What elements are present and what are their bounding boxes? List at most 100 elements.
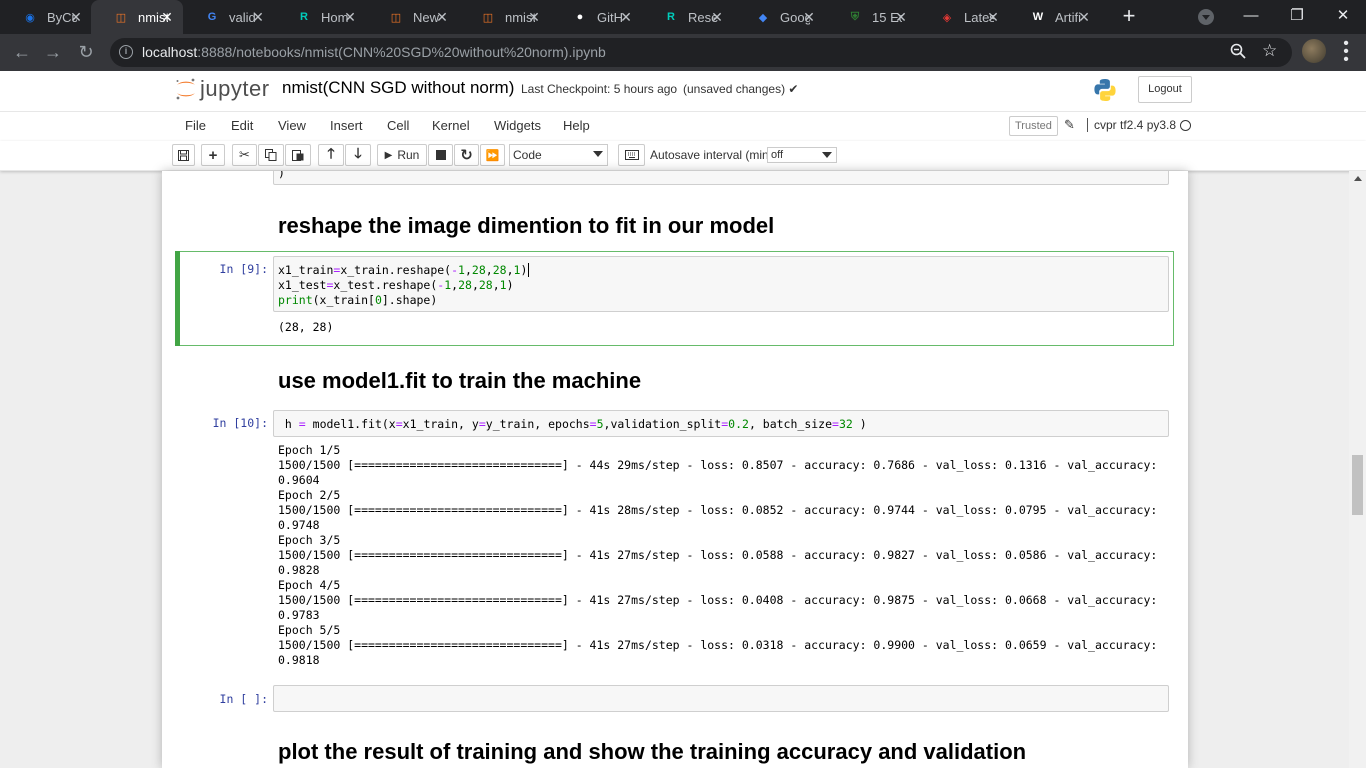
jupyter-toolbar: + ✂ 🡑 🡓 ▶ Run ↻ ⏩ Code Autosave interval …: [0, 141, 1366, 171]
kernel-name[interactable]: cvpr tf2.4 py3.8: [1087, 118, 1176, 132]
browser-tab[interactable]: ⛨15 Ed✕: [835, 0, 917, 34]
close-icon[interactable]: ✕: [342, 9, 358, 26]
output-line: 0.9828: [278, 563, 320, 577]
close-window-icon[interactable]: ✕: [1320, 0, 1366, 34]
browser-tab[interactable]: R Hom ✕: [284, 0, 366, 34]
close-icon[interactable]: ✕: [1076, 9, 1092, 26]
browser-tab[interactable]: ◆ Goog ✕: [743, 0, 825, 34]
chevron-down-icon: [822, 152, 832, 158]
close-icon[interactable]: ✕: [618, 9, 634, 26]
scroll-thumb[interactable]: [1352, 455, 1363, 515]
output-line: 0.9783: [278, 608, 320, 622]
fast-forward-icon[interactable]: ⏩: [480, 144, 505, 166]
reload-icon[interactable]: ↻: [74, 40, 98, 64]
address-bar[interactable]: i localhost:8888/notebooks/nmist(CNN%20S…: [110, 38, 1292, 67]
menu-edit[interactable]: Edit: [231, 118, 253, 133]
code-input-area[interactable]: x1_train=x_train.reshape(-1,28,28,1) x1_…: [273, 256, 1169, 312]
site-info-icon[interactable]: i: [119, 45, 133, 59]
back-arrow-icon[interactable]: ←: [10, 40, 34, 64]
cell-type-select[interactable]: Code: [509, 144, 608, 166]
code-line: x1_test=x_test.reshape(-1,28,28,1): [278, 278, 514, 292]
url-path: :8888/notebooks/nmist(CNN%20SGD%20withou…: [197, 44, 606, 60]
autosave-value: off: [771, 149, 784, 161]
profile-avatar[interactable]: [1302, 39, 1326, 63]
logout-button[interactable]: Logout: [1138, 76, 1192, 103]
markdown-heading[interactable]: reshape the image dimention to fit in ou…: [278, 213, 774, 239]
github-icon: ●: [576, 11, 584, 23]
move-down-icon[interactable]: 🡓: [345, 144, 371, 166]
menu-help[interactable]: Help: [563, 118, 590, 133]
menu-cell[interactable]: Cell: [387, 118, 409, 133]
restore-icon[interactable]: ❐: [1274, 0, 1320, 34]
bookmark-star-icon[interactable]: ☆: [1262, 41, 1277, 61]
tab-search-icon[interactable]: [1198, 9, 1214, 25]
browser-menu-icon[interactable]: • • •: [1343, 36, 1349, 68]
output-line: Epoch 2/5: [278, 488, 341, 502]
forward-arrow-icon[interactable]: →: [41, 40, 65, 64]
zoom-icon[interactable]: [1230, 43, 1246, 64]
close-icon[interactable]: ✕: [68, 9, 84, 26]
close-icon[interactable]: ✕: [159, 9, 175, 26]
markdown-heading[interactable]: plot the result of training and show the…: [278, 739, 1026, 765]
close-icon[interactable]: ✕: [709, 9, 725, 26]
keyboard-icon[interactable]: [618, 144, 645, 166]
browser-tab[interactable]: R Rese ✕: [651, 0, 733, 34]
browser-tab[interactable]: ◫ New ✕: [376, 0, 458, 34]
autosave-select[interactable]: off: [767, 147, 837, 163]
move-up-icon[interactable]: 🡑: [318, 144, 344, 166]
code-line: x1_train=x_train.reshape(-1,28,28,1): [278, 263, 530, 277]
markdown-heading[interactable]: use model1.fit to train the machine: [278, 368, 641, 394]
browser-tab[interactable]: ◈ Lates ✕: [927, 0, 1009, 34]
cut-icon[interactable]: ✂: [232, 144, 257, 166]
output-line: 1500/1500 [=============================…: [278, 593, 1158, 607]
output-line: Epoch 4/5: [278, 578, 341, 592]
close-icon[interactable]: ✕: [801, 9, 817, 26]
close-icon[interactable]: ✕: [893, 9, 909, 26]
browser-tab[interactable]: W Artifi ✕: [1018, 0, 1100, 34]
copy-icon[interactable]: [258, 144, 284, 166]
browser-tab[interactable]: ◫ nmist ✕: [468, 0, 550, 34]
browser-tab[interactable]: ◫ nmist ✕: [91, 0, 183, 34]
browser-tab[interactable]: ● GitH ✕: [560, 0, 642, 34]
paste-icon[interactable]: [285, 144, 311, 166]
empty-code-input[interactable]: [273, 685, 1169, 712]
scroll-up-arrow-icon[interactable]: [1354, 176, 1362, 181]
menu-view[interactable]: View: [278, 118, 306, 133]
menu-widgets[interactable]: Widgets: [494, 118, 541, 133]
edit-pencil-icon[interactable]: ✎: [1064, 117, 1075, 133]
previous-cell-input[interactable]: ): [273, 171, 1169, 185]
save-icon[interactable]: [172, 144, 195, 166]
url-text[interactable]: localhost:8888/notebooks/nmist(CNN%20SGD…: [142, 44, 606, 60]
browser-tab[interactable]: Gvalid ✕: [192, 0, 274, 34]
output-line: 1500/1500 [=============================…: [278, 503, 1158, 517]
close-icon[interactable]: ✕: [526, 9, 542, 26]
trusted-indicator[interactable]: Trusted: [1009, 116, 1058, 136]
run-button[interactable]: ▶ Run: [377, 144, 427, 166]
browser-tab[interactable]: ◉ ByCu ✕: [10, 0, 92, 34]
cell-type-value: Code: [513, 148, 542, 162]
jupyter-logo-text[interactable]: jupyter: [200, 76, 270, 102]
menu-file[interactable]: File: [185, 118, 206, 133]
autosave-label: Autosave interval (min):: [650, 148, 777, 162]
code-input-area[interactable]: h = model1.fit(x=x1_train, y=y_train, ep…: [273, 410, 1169, 437]
menu-insert[interactable]: Insert: [330, 118, 363, 133]
jupyter-logo-icon[interactable]: [174, 77, 198, 101]
stop-icon[interactable]: [428, 144, 453, 166]
wikipedia-icon: W: [1032, 11, 1044, 23]
output-line: Epoch 1/5: [278, 443, 341, 457]
insert-cell-icon[interactable]: +: [201, 144, 225, 166]
minimize-icon[interactable]: —: [1228, 0, 1274, 34]
close-icon[interactable]: ✕: [434, 9, 450, 26]
bycu-icon: ◉: [25, 11, 35, 24]
output-line: 1500/1500 [=============================…: [278, 638, 1158, 652]
new-tab-icon[interactable]: +: [1118, 5, 1140, 27]
close-icon[interactable]: ✕: [985, 9, 1001, 26]
notebook-name[interactable]: nmist(CNN SGD without norm): [282, 78, 514, 98]
jupyter-header: jupyter nmist(CNN SGD without norm) Last…: [0, 71, 1366, 111]
url-host: localhost: [142, 44, 198, 60]
researchgate-icon: R: [667, 11, 675, 23]
page-scrollbar[interactable]: [1349, 171, 1366, 768]
close-icon[interactable]: ✕: [250, 9, 266, 26]
restart-icon[interactable]: ↻: [454, 144, 479, 166]
menu-kernel[interactable]: Kernel: [432, 118, 470, 133]
